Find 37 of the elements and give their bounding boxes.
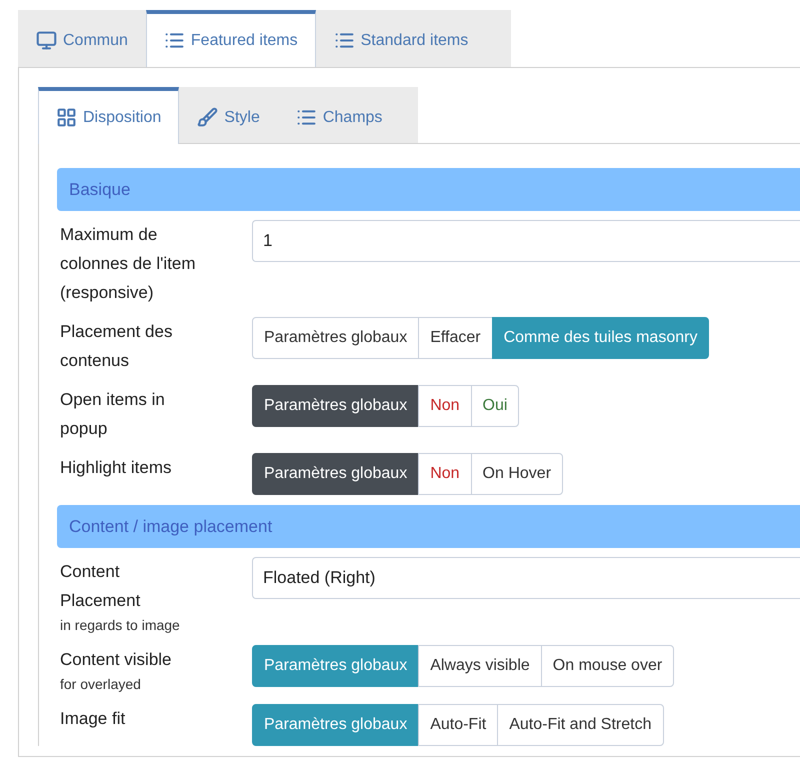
section-header: Content / image placement: [57, 505, 800, 548]
option-button[interactable]: Auto-Fit: [418, 704, 498, 746]
option-button[interactable]: Paramètres globaux: [252, 385, 420, 427]
input-field[interactable]: 1: [252, 220, 800, 262]
option-button[interactable]: Always visible: [418, 645, 542, 687]
field-label: Maximum de colonnes de l'item (responsive): [60, 224, 197, 304]
field-label: Image fit: [60, 708, 126, 730]
field-label: Open items in popup: [60, 389, 166, 440]
option-button[interactable]: Comme des tuiles masonry: [492, 317, 710, 359]
option-button[interactable]: On Hover: [470, 453, 564, 495]
tab[interactable]: Style: [179, 87, 278, 144]
option-button[interactable]: Effacer: [418, 317, 493, 359]
tab[interactable]: Champs: [278, 87, 400, 144]
section-header: Basique: [57, 168, 800, 211]
option-button[interactable]: Paramètres globaux: [252, 317, 420, 359]
grid-icon: [56, 107, 77, 128]
tab[interactable]: Commun: [18, 10, 146, 67]
option-button[interactable]: Non: [418, 385, 472, 427]
tab[interactable]: Disposition: [38, 87, 180, 144]
field-label: Highlight items: [60, 457, 172, 479]
field-label: Content Placement: [60, 561, 142, 612]
monitor-icon: [36, 30, 57, 51]
field-hint: in regards to image: [60, 616, 181, 635]
option-button[interactable]: Paramètres globaux: [252, 645, 420, 687]
option-button[interactable]: Paramètres globaux: [252, 704, 420, 746]
brush-icon: [197, 107, 218, 128]
tab[interactable]: Standard items: [316, 10, 486, 67]
field-hint: for overlayed: [60, 675, 142, 694]
input-field[interactable]: Floated (Right): [252, 557, 800, 599]
tab[interactable]: Featured items: [146, 10, 316, 67]
option-button[interactable]: Paramètres globaux: [252, 453, 420, 495]
option-button[interactable]: On mouse over: [540, 645, 674, 687]
option-button[interactable]: Non: [418, 453, 472, 495]
field-label: Placement des contenus: [60, 321, 174, 372]
option-button[interactable]: Oui: [470, 385, 520, 427]
field-label: Content visible: [60, 649, 173, 671]
option-button[interactable]: Auto-Fit and Stretch: [497, 704, 664, 746]
